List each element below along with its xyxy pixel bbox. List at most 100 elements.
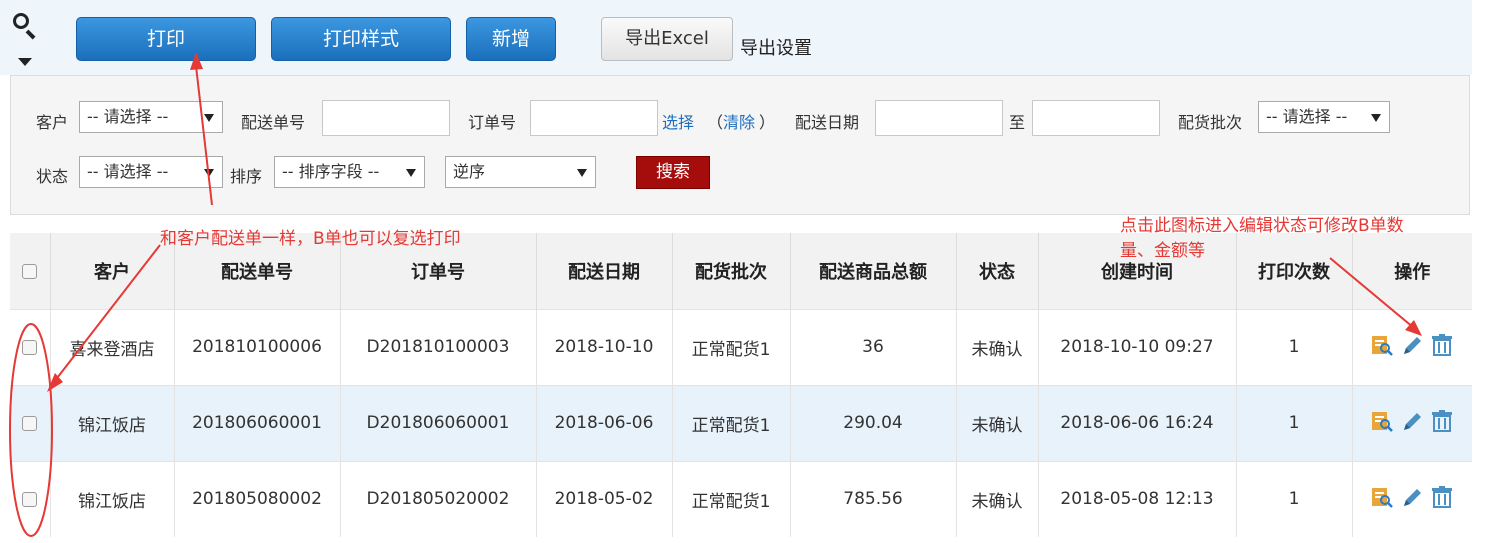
- header-delivery-date: 配送日期: [536, 233, 673, 309]
- cell-date: 2018-05-02: [536, 460, 673, 537]
- search-button[interactable]: 搜索: [636, 156, 710, 189]
- status-select-value: -- 请选择 --: [87, 162, 169, 181]
- header-customer: 客户: [50, 233, 175, 309]
- chevron-down-icon: [204, 114, 214, 122]
- table-row: 锦江饭店 201806060001 D201806060001 2018-06-…: [10, 384, 1472, 461]
- batch-select[interactable]: -- 请选择 --: [1258, 101, 1390, 133]
- view-detail-icon[interactable]: [1370, 486, 1394, 508]
- cell-prints: 1: [1236, 384, 1353, 461]
- dropdown-arrow-icon: [18, 58, 32, 66]
- cell-status: 未确认: [956, 308, 1039, 385]
- cell-order-no: D201805020002: [340, 460, 537, 537]
- annotation-checkbox-note: 和客户配送单一样，B单也可以复选打印: [160, 229, 461, 249]
- chevron-down-icon: [204, 169, 214, 177]
- sort-field-select[interactable]: -- 排序字段 --: [274, 156, 425, 188]
- row-checkbox[interactable]: [22, 339, 38, 355]
- row-checkbox[interactable]: [22, 415, 38, 431]
- cell-actions: [1352, 460, 1472, 537]
- chevron-down-icon: [577, 169, 587, 177]
- row-select-cell: [10, 308, 51, 385]
- delivery-table: 客户 配送单号 订单号 配送日期 配货批次 配送商品总额 状态 创建时间 打印次…: [10, 233, 1472, 537]
- toolbar: 打印 打印样式 新增 导出Excel 导出设置: [0, 0, 1472, 75]
- status-label: 状态: [36, 167, 69, 186]
- customer-select-value: -- 请选择 --: [87, 107, 169, 126]
- cell-date: 2018-06-06: [536, 384, 673, 461]
- header-batch: 配货批次: [672, 233, 791, 309]
- search-icon: [13, 13, 29, 29]
- order-no-label: 订单号: [468, 113, 517, 132]
- cell-date: 2018-10-10: [536, 308, 673, 385]
- cell-amount: 36: [790, 308, 957, 385]
- delivery-no-label: 配送单号: [241, 113, 306, 132]
- header-actions: 操作: [1352, 233, 1472, 309]
- delivery-date-label: 配送日期: [795, 113, 860, 132]
- export-settings-link[interactable]: 导出设置: [740, 34, 812, 60]
- cell-amount: 785.56: [790, 460, 957, 537]
- print-button[interactable]: 打印: [76, 17, 256, 61]
- view-detail-icon[interactable]: [1370, 410, 1394, 432]
- chevron-down-icon: [1371, 114, 1381, 122]
- date-to-input[interactable]: [1032, 100, 1160, 136]
- annotation-edit-note-line2: 量、金额等: [1120, 241, 1205, 261]
- batch-label: 配货批次: [1178, 113, 1243, 132]
- filter-panel: 客户 -- 请选择 -- 配送单号 订单号 选择 （ 清除 ） 配送日期 至 配…: [10, 75, 1470, 215]
- clear-close-paren: ）: [759, 113, 776, 132]
- edit-pencil-icon[interactable]: [1400, 410, 1424, 432]
- delivery-no-input[interactable]: [322, 100, 450, 136]
- date-to-label: 至: [1009, 113, 1026, 132]
- customer-select[interactable]: -- 请选择 --: [79, 101, 223, 133]
- delete-trash-icon[interactable]: [1430, 409, 1454, 432]
- cell-delivery-no: 201805080002: [174, 460, 341, 537]
- edit-pencil-icon[interactable]: [1400, 334, 1424, 356]
- cell-status: 未确认: [956, 384, 1039, 461]
- cell-batch: 正常配货1: [672, 308, 791, 385]
- clear-open-paren: （: [707, 113, 724, 132]
- header-status: 状态: [956, 233, 1039, 309]
- row-select-cell: [10, 460, 51, 537]
- row-select-cell: [10, 384, 51, 461]
- cell-customer: 喜来登酒店: [50, 308, 175, 385]
- cell-prints: 1: [1236, 460, 1353, 537]
- delete-trash-icon[interactable]: [1430, 485, 1454, 508]
- row-checkbox[interactable]: [22, 491, 38, 507]
- select-all-cell: [10, 233, 51, 309]
- cell-batch: 正常配货1: [672, 460, 791, 537]
- cell-actions: [1352, 384, 1472, 461]
- cell-created: 2018-06-06 16:24: [1038, 384, 1237, 461]
- header-print-count: 打印次数: [1236, 233, 1353, 309]
- search-icon-handle: [25, 29, 36, 40]
- chevron-down-icon: [406, 169, 416, 177]
- status-select[interactable]: -- 请选择 --: [79, 156, 223, 188]
- header-amount: 配送商品总额: [790, 233, 957, 309]
- customer-label: 客户: [36, 113, 69, 132]
- delivery-b-list-page: 打印 打印样式 新增 导出Excel 导出设置 客户 -- 请选择 -- 配送单…: [0, 0, 1485, 543]
- cell-delivery-no: 201806060001: [174, 384, 341, 461]
- clear-order-link[interactable]: 清除: [723, 109, 755, 133]
- cell-order-no: D201810100003: [340, 308, 537, 385]
- delete-trash-icon[interactable]: [1430, 333, 1454, 356]
- cell-customer: 锦江饭店: [50, 384, 175, 461]
- sort-order-select[interactable]: 逆序: [445, 156, 596, 188]
- view-detail-icon[interactable]: [1370, 334, 1394, 356]
- cell-amount: 290.04: [790, 384, 957, 461]
- cell-prints: 1: [1236, 308, 1353, 385]
- batch-select-value: -- 请选择 --: [1266, 107, 1348, 126]
- annotation-edit-note-line1: 点击此图标进入编辑状态可修改B单数: [1120, 216, 1404, 236]
- select-all-checkbox[interactable]: [22, 263, 38, 279]
- cell-order-no: D201806060001: [340, 384, 537, 461]
- select-order-link[interactable]: 选择: [662, 109, 694, 133]
- print-style-button[interactable]: 打印样式: [271, 17, 451, 61]
- cell-actions: [1352, 308, 1472, 385]
- order-no-input[interactable]: [530, 100, 658, 136]
- search-toggle[interactable]: [10, 8, 44, 74]
- edit-pencil-icon[interactable]: [1400, 486, 1424, 508]
- sort-label: 排序: [230, 167, 263, 186]
- table-row: 喜来登酒店 201810100006 D201810100003 2018-10…: [10, 308, 1472, 385]
- cell-delivery-no: 201810100006: [174, 308, 341, 385]
- sort-field-select-value: -- 排序字段 --: [282, 162, 380, 181]
- date-from-input[interactable]: [875, 100, 1003, 136]
- sort-order-select-value: 逆序: [453, 162, 486, 181]
- cell-status: 未确认: [956, 460, 1039, 537]
- export-excel-button[interactable]: 导出Excel: [601, 17, 733, 61]
- add-button[interactable]: 新增: [466, 17, 556, 61]
